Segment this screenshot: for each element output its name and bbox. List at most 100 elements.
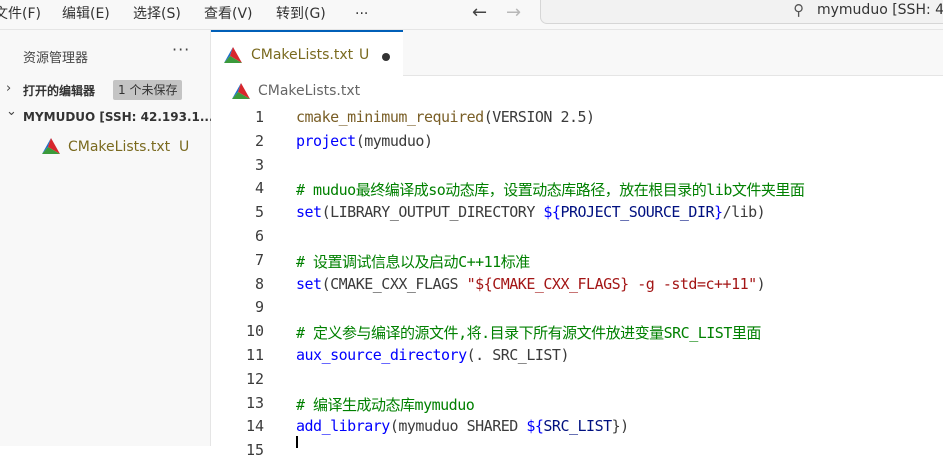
code-text: # 设置调试信息以及启动C++11标准 bbox=[296, 251, 530, 272]
menu-selection[interactable]: 选择(S) bbox=[133, 0, 181, 28]
line-number: 8 bbox=[254, 274, 264, 293]
command-center-label: mymuduo [SSH: 42 bbox=[817, 2, 943, 18]
menu-view[interactable]: 查看(V) bbox=[204, 0, 253, 28]
code-text: project(mymuduo) bbox=[296, 132, 433, 150]
menu-file[interactable]: 文件(F) bbox=[0, 0, 41, 28]
code-token: (VERSION 2.5) bbox=[483, 108, 595, 126]
cmake-icon bbox=[224, 47, 242, 63]
line-number: 6 bbox=[254, 227, 264, 245]
code-token: aux_source_directory bbox=[296, 346, 467, 364]
code-token: (CMAKE_CXX_FLAGS bbox=[321, 274, 467, 293]
code-token: (LIBRARY_OUTPUT_DIRECTORY bbox=[321, 203, 544, 222]
cmake-icon bbox=[42, 138, 60, 154]
code-text: # 定义参与编译的源文件,将.目录下所有源文件放进变量SRC_LIST里面 bbox=[296, 322, 761, 343]
editor-tab-bar: CMakeLists.txt U bbox=[211, 30, 943, 76]
code-token: # 定义参与编译的源文件,将.目录下所有源文件放进变量SRC_LIST里面 bbox=[296, 324, 761, 343]
untracked-status: U bbox=[179, 139, 190, 155]
open-editors-section[interactable]: › 打开的编辑器 1 个未保存 bbox=[0, 79, 211, 103]
workspace-folder-section[interactable]: ⌄ MYMUDUO [SSH: 42.193.1... bbox=[0, 104, 214, 131]
line-number: 5 bbox=[254, 203, 264, 222]
code-token: (mymuduo SHARED bbox=[389, 417, 527, 436]
code-token: (mymuduo) bbox=[355, 131, 433, 150]
code-text: set(CMAKE_CXX_FLAGS "${CMAKE_CXX_FLAGS} … bbox=[296, 274, 766, 293]
chevron-down-icon: ⌄ bbox=[6, 104, 17, 119]
code-token: ) bbox=[756, 274, 766, 293]
code-line[interactable]: 5 set(LIBRARY_OUTPUT_DIRECTORY ${PROJECT_… bbox=[211, 201, 943, 225]
tab-untracked-status: U bbox=[359, 47, 370, 63]
code-token: ${ bbox=[526, 417, 544, 436]
code-token: ${ bbox=[543, 203, 561, 222]
code-token: set bbox=[296, 274, 322, 293]
menu-go[interactable]: 转到(G) bbox=[276, 0, 326, 28]
code-text: add_library(mymuduo SHARED ${SRC_LIST}) bbox=[296, 417, 629, 435]
code-token: SRC_LIST bbox=[543, 417, 612, 436]
line-number: 4 bbox=[254, 179, 264, 198]
workspace-folder-label: MYMUDUO [SSH: 42.193.1... bbox=[23, 110, 214, 124]
code-text: # muduo最终编译成so动态库，设置动态库路径，放在根目录的lib文件夹里面 bbox=[296, 179, 805, 200]
code-token: (. SRC_LIST) bbox=[466, 346, 570, 364]
code-token: # muduo最终编译成so动态库，设置动态库路径，放在根目录的lib文件夹里面 bbox=[296, 181, 805, 200]
tab-label: CMakeLists.txt bbox=[251, 47, 354, 63]
line-number: 9 bbox=[254, 298, 264, 317]
line-number: 14 bbox=[245, 417, 264, 436]
code-token: /lib) bbox=[722, 203, 766, 222]
code-line[interactable]: 1 cmake_minimum_required(VERSION 2.5) bbox=[211, 106, 943, 130]
unsaved-badge: 1 个未保存 bbox=[113, 80, 183, 100]
code-line[interactable]: 12 bbox=[211, 368, 943, 392]
line-number: 13 bbox=[245, 393, 264, 412]
line-number: 7 bbox=[254, 250, 264, 269]
line-number: 3 bbox=[254, 155, 264, 174]
breadcrumb: CMakeLists.txt bbox=[211, 78, 943, 104]
line-number: 10 bbox=[245, 322, 264, 341]
code-line[interactable]: 11 aux_source_directory(. SRC_LIST) bbox=[211, 344, 943, 368]
search-icon: ⚲ bbox=[793, 1, 804, 19]
menu-more[interactable]: ··· bbox=[355, 0, 368, 28]
forward-arrow-icon[interactable]: → bbox=[506, 0, 521, 28]
code-line[interactable]: 4 # muduo最终编译成so动态库，设置动态库路径，放在根目录的lib文件夹里… bbox=[211, 177, 943, 201]
explorer-sidebar: 资源管理器 ··· › 打开的编辑器 1 个未保存 ⌄ MYMUDUO [SSH… bbox=[0, 30, 214, 446]
code-token: "${CMAKE_CXX_FLAGS} -g -std=c++11" bbox=[466, 274, 758, 293]
code-token: # 编译生成动态库mymuduo bbox=[296, 395, 475, 414]
code-line[interactable]: 3 bbox=[211, 154, 943, 178]
code-token: }) bbox=[611, 417, 630, 436]
line-number: 1 bbox=[254, 108, 264, 126]
code-text: aux_source_directory(. SRC_LIST) bbox=[296, 346, 570, 364]
code-line[interactable]: 6 bbox=[211, 225, 943, 249]
code-token: } bbox=[714, 203, 723, 222]
command-center-search[interactable]: ⚲ mymuduo [SSH: 42 bbox=[540, 0, 943, 24]
back-arrow-icon[interactable]: ← bbox=[472, 0, 487, 28]
code-editor[interactable]: 1 cmake_minimum_required(VERSION 2.5) 2 pro… bbox=[211, 104, 943, 459]
code-text: cmake_minimum_required(VERSION 2.5) bbox=[296, 108, 595, 126]
code-token: cmake_minimum_required bbox=[296, 108, 484, 126]
code-line[interactable]: 13 # 编译生成动态库mymuduo bbox=[211, 392, 943, 416]
code-text: set(LIBRARY_OUTPUT_DIRECTORY ${PROJECT_S… bbox=[296, 203, 766, 222]
code-line[interactable]: 10 # 定义参与编译的源文件,将.目录下所有源文件放进变量SRC_LIST里面 bbox=[211, 320, 943, 344]
code-text: # 编译生成动态库mymuduo bbox=[296, 394, 475, 415]
code-token: set bbox=[296, 203, 322, 222]
code-token: project bbox=[296, 131, 356, 150]
code-line[interactable]: 7 # 设置调试信息以及启动C++11标准 bbox=[211, 249, 943, 273]
code-line[interactable]: 15 bbox=[211, 439, 943, 463]
line-number: 2 bbox=[254, 131, 264, 150]
tab-cmakelists[interactable]: CMakeLists.txt U bbox=[211, 30, 403, 76]
more-actions-icon[interactable]: ··· bbox=[172, 40, 190, 59]
code-token: PROJECT_SOURCE_DIR bbox=[560, 203, 715, 222]
title-bar: 文件(F) 编辑(E) 选择(S) 查看(V) 转到(G) ··· ← → ⚲ … bbox=[0, 0, 943, 30]
breadcrumb-item-file[interactable]: CMakeLists.txt bbox=[258, 83, 360, 99]
unsaved-dot-icon[interactable] bbox=[382, 53, 390, 61]
open-editors-label: 打开的编辑器 bbox=[23, 84, 96, 98]
explorer-title: 资源管理器 bbox=[23, 51, 89, 66]
code-line[interactable]: 2 project(mymuduo) bbox=[211, 130, 943, 154]
code-line[interactable]: 8 set(CMAKE_CXX_FLAGS "${CMAKE_CXX_FLAGS}… bbox=[211, 273, 943, 297]
code-token: # 设置调试信息以及启动C++11标准 bbox=[296, 252, 530, 271]
code-line[interactable]: 14 add_library(mymuduo SHARED ${SRC_LIST}… bbox=[211, 415, 943, 439]
cmake-icon bbox=[232, 83, 250, 99]
code-line[interactable]: 9 bbox=[211, 296, 943, 320]
file-tree-item-cmakelists[interactable]: CMakeLists.txt U bbox=[42, 136, 210, 158]
line-number: 12 bbox=[245, 369, 264, 388]
code-token: add_library bbox=[296, 417, 390, 436]
file-name-label: CMakeLists.txt bbox=[68, 139, 171, 155]
menu-edit[interactable]: 编辑(E) bbox=[62, 0, 110, 28]
line-number: 15 bbox=[245, 441, 264, 460]
chevron-right-icon: › bbox=[6, 81, 12, 96]
